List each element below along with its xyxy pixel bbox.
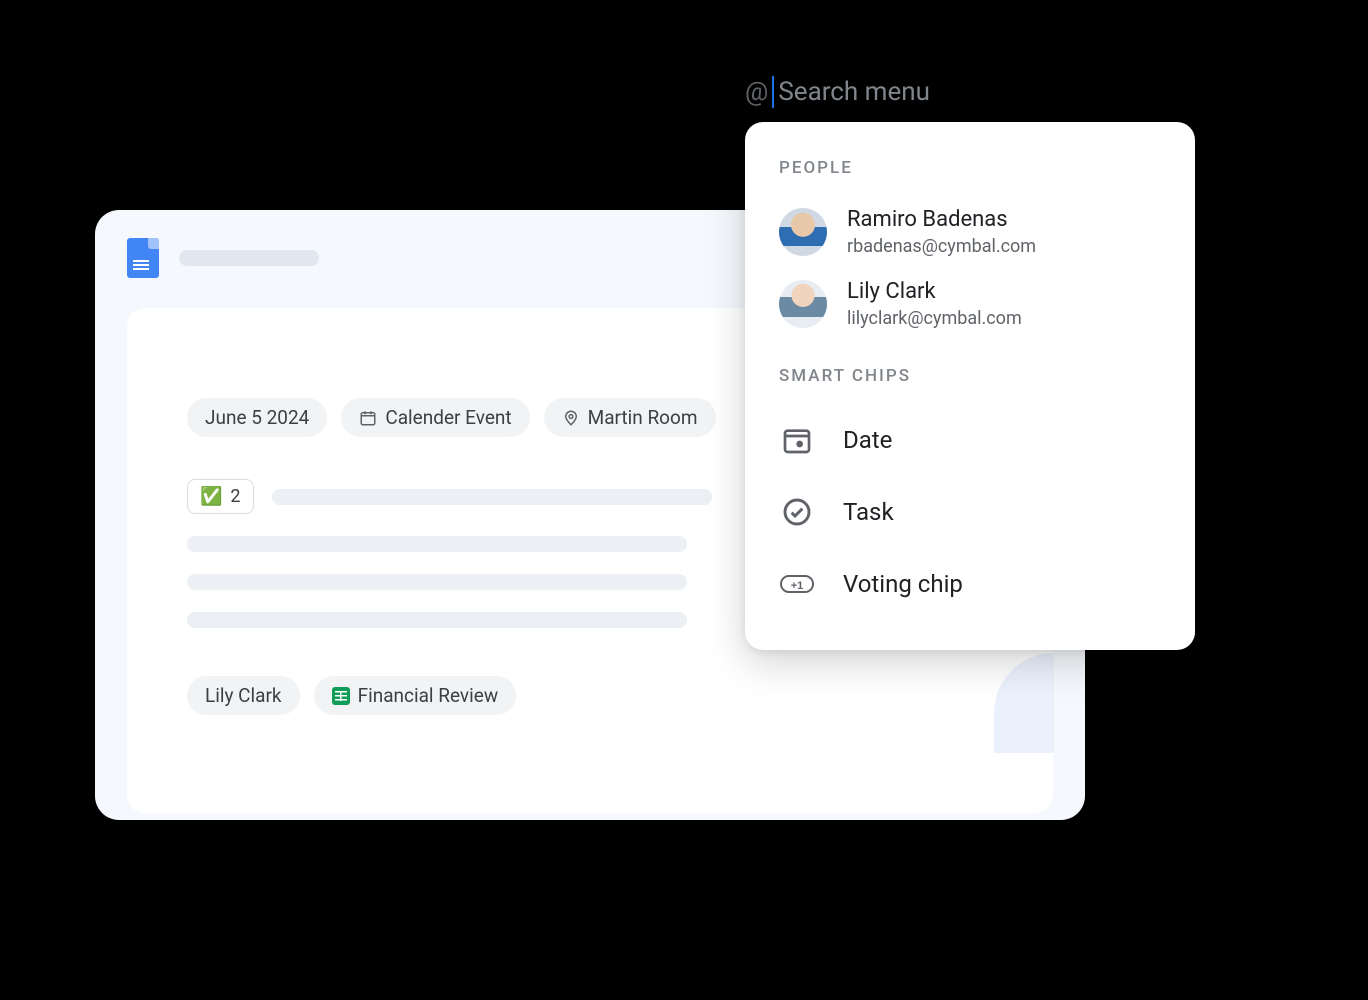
chip-person-lily[interactable]: Lily Clark [187, 676, 300, 715]
chip-option-label: Task [843, 498, 894, 526]
calendar-icon [359, 409, 377, 427]
chip-option-label: Date [843, 426, 892, 454]
vote-count: 2 [230, 486, 240, 507]
google-docs-icon [127, 238, 159, 278]
chip-location[interactable]: Martin Room [544, 398, 716, 437]
avatar [779, 280, 827, 328]
bottom-chip-row: Lily Clark Financial Review [187, 676, 993, 715]
page-corner-decoration [994, 653, 1054, 753]
google-sheets-icon [332, 687, 350, 705]
chip-calendar-label: Calender Event [385, 406, 511, 429]
person-option-lily[interactable]: Lily Clark lilyclark@cymbal.com [745, 268, 1195, 340]
chip-option-label: Voting chip [843, 570, 963, 598]
svg-text:+1: +1 [791, 580, 804, 592]
task-icon [779, 494, 815, 530]
chip-person-label: Lily Clark [205, 684, 282, 707]
text-placeholder [272, 489, 712, 505]
chip-calendar-event[interactable]: Calender Event [341, 398, 529, 437]
mention-menu: PEOPLE Ramiro Badenas rbadenas@cymbal.co… [745, 122, 1195, 650]
chip-option-task[interactable]: Task [745, 476, 1195, 548]
doc-title-placeholder [179, 250, 319, 266]
vote-chip[interactable]: ✅ 2 [187, 479, 254, 514]
chip-file-financial-review[interactable]: Financial Review [314, 676, 517, 715]
avatar [779, 208, 827, 256]
chip-date[interactable]: June 5 2024 [187, 398, 327, 437]
chip-location-label: Martin Room [588, 406, 698, 429]
text-placeholder [187, 574, 687, 590]
checkmark-emoji-icon: ✅ [200, 486, 222, 507]
at-mention-input[interactable]: @ Search menu [745, 76, 930, 108]
text-placeholder [187, 536, 687, 552]
location-icon [562, 409, 580, 427]
person-name: Lily Clark [847, 278, 1022, 307]
chip-option-voting[interactable]: +1 Voting chip [745, 548, 1195, 620]
chip-option-date[interactable]: Date [745, 404, 1195, 476]
person-email: rbadenas@cymbal.com [847, 235, 1036, 258]
date-icon [779, 422, 815, 458]
chip-file-label: Financial Review [358, 684, 499, 707]
text-placeholder [187, 612, 687, 628]
person-option-ramiro[interactable]: Ramiro Badenas rbadenas@cymbal.com [745, 196, 1195, 268]
plus-one-icon: +1 [779, 566, 815, 602]
person-email: lilyclark@cymbal.com [847, 307, 1022, 330]
search-placeholder: Search menu [778, 77, 930, 107]
text-cursor [772, 76, 774, 108]
menu-section-smart-chips: SMART CHIPS [745, 340, 1195, 404]
chip-date-label: June 5 2024 [205, 406, 309, 429]
at-symbol: @ [745, 77, 768, 107]
menu-section-people: PEOPLE [745, 152, 1195, 196]
person-name: Ramiro Badenas [847, 206, 1036, 235]
